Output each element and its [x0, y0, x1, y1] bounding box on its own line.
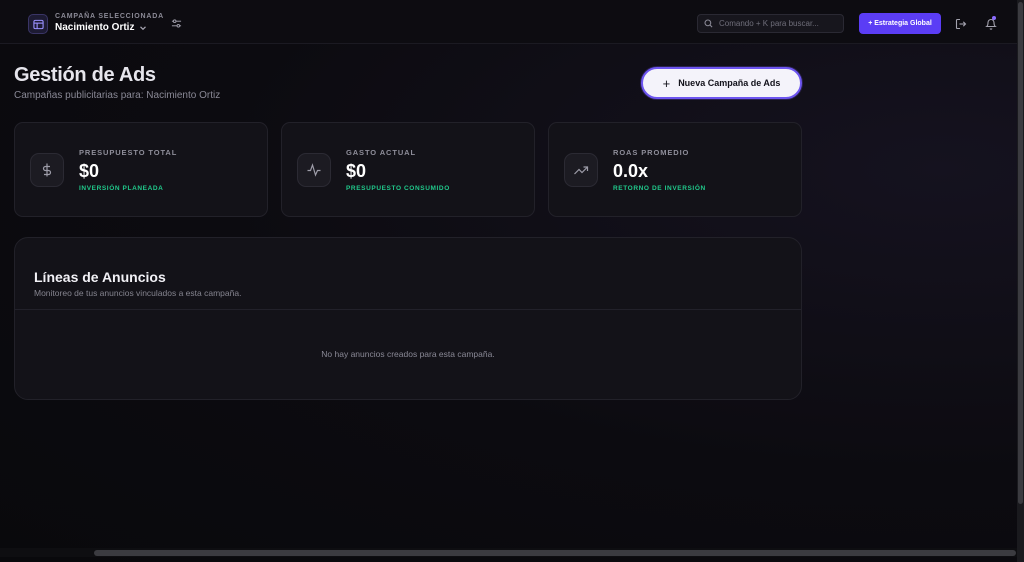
stat-note: PRESUPUESTO CONSUMIDO [346, 185, 450, 192]
stat-label: GASTO ACTUAL [346, 148, 416, 157]
chevron-down-icon [140, 25, 147, 30]
new-campaign-button[interactable]: + Nueva Campaña de Ads [641, 67, 802, 99]
page-subtitle: Campañas publicitarias para: Nacimiento … [14, 90, 221, 101]
stat-value: 0.0x [613, 161, 649, 181]
stat-value: $0 [79, 161, 100, 181]
stat-label: PRESUPUESTO TOTAL [79, 148, 178, 157]
command-search[interactable] [697, 14, 844, 33]
panel-title: Líneas de Anuncios [34, 269, 166, 285]
stat-card-total-budget: PRESUPUESTO TOTAL $0 INVERSIÓN PLANEADA [14, 122, 268, 217]
campaign-selector-label: Nacimiento Ortiz [55, 22, 135, 33]
ads-lines-panel: Líneas de Anuncios Monitoreo de tus anun… [14, 237, 802, 400]
stat-note: RETORNO DE INVERSIÓN [613, 185, 706, 192]
notification-badge [992, 16, 996, 20]
horizontal-scrollbar-thumb[interactable] [94, 550, 1016, 556]
campaign-selector-caption: CAMPAÑA SELECCIONADA [55, 13, 164, 20]
panel-subtitle: Monitoreo de tus anuncios vinculados a e… [34, 288, 242, 298]
stat-card-current-spend: GASTO ACTUAL $0 PRESUPUESTO CONSUMIDO [281, 122, 535, 217]
vertical-scrollbar-thumb[interactable] [1018, 2, 1023, 504]
empty-state-message: No hay anuncios creados para esta campañ… [321, 349, 495, 359]
activity-icon [297, 153, 331, 187]
new-campaign-label: Nueva Campaña de Ads [678, 78, 781, 88]
app-root: CAMPAÑA SELECCIONADA Nacimiento Ortiz + … [0, 0, 1024, 562]
stat-label: ROAS PROMEDIO [613, 148, 690, 157]
divider [15, 309, 801, 310]
plus-icon: + [662, 75, 671, 91]
page-title: Gestión de Ads [14, 64, 156, 86]
stat-value: $0 [346, 161, 367, 181]
stat-note: INVERSIÓN PLANEADA [79, 185, 164, 192]
filter-settings-icon[interactable] [171, 18, 182, 29]
global-strategy-button[interactable]: + Estrategia Global [859, 13, 941, 34]
top-bar: CAMPAÑA SELECCIONADA Nacimiento Ortiz + … [0, 0, 1017, 44]
search-icon [704, 19, 713, 28]
campaign-icon[interactable] [28, 14, 48, 34]
dollar-icon [30, 153, 64, 187]
logout-icon[interactable] [955, 18, 967, 30]
campaign-selector[interactable]: Nacimiento Ortiz [55, 22, 147, 33]
stat-card-roas: ROAS PROMEDIO 0.0x RETORNO DE INVERSIÓN [548, 122, 802, 217]
search-input[interactable] [719, 19, 834, 28]
trending-up-icon [564, 153, 598, 187]
